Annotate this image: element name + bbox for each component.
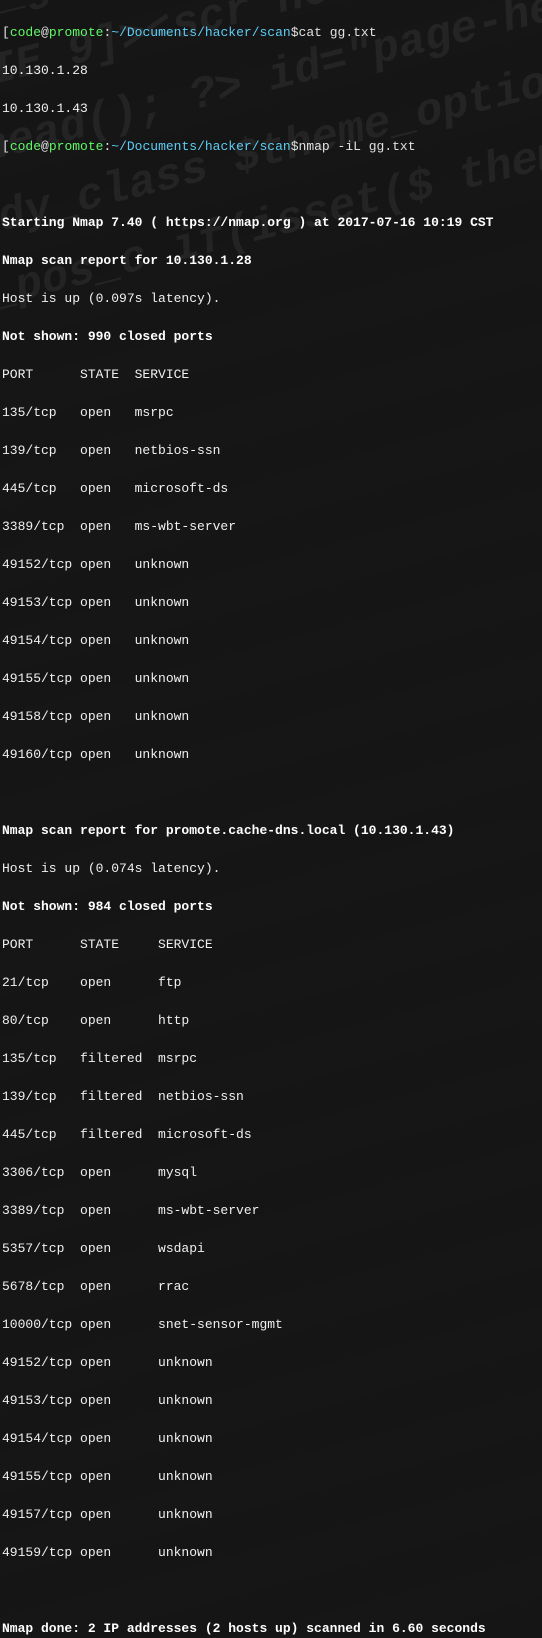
blank-line xyxy=(2,783,540,802)
table-row: 139/tcp open netbios-ssn xyxy=(2,441,540,460)
table-row: 139/tcp filtered netbios-ssn xyxy=(2,1087,540,1106)
prompt-at: @ xyxy=(41,139,49,154)
blank-line xyxy=(2,175,540,194)
table-row: 49154/tcp open unknown xyxy=(2,631,540,650)
nmap-start-line: Starting Nmap 7.40 ( https://nmap.org ) … xyxy=(2,213,540,232)
table-row: 49155/tcp open unknown xyxy=(2,669,540,688)
scan-report-header: Nmap scan report for promote.cache-dns.l… xyxy=(2,821,540,840)
closed-ports-line: Not shown: 990 closed ports xyxy=(2,327,540,346)
table-row: 49159/tcp open unknown xyxy=(2,1543,540,1562)
prompt-line-2[interactable]: [code@promote:~/Documents/hacker/scan$nm… xyxy=(2,137,540,156)
table-row: 49153/tcp open unknown xyxy=(2,1391,540,1410)
file-content-line: 10.130.1.43 xyxy=(2,99,540,118)
table-row: 49153/tcp open unknown xyxy=(2,593,540,612)
table-row: 49152/tcp open unknown xyxy=(2,1353,540,1372)
command-nmap: nmap -iL gg.txt xyxy=(299,139,416,154)
table-row: 21/tcp open ftp xyxy=(2,973,540,992)
prompt-dollar: $ xyxy=(291,25,299,40)
bracket-open: [ xyxy=(2,25,10,40)
prompt-path: ~/Documents/hacker/scan xyxy=(111,25,290,40)
prompt-dollar: $ xyxy=(291,139,299,154)
table-row: 3306/tcp open mysql xyxy=(2,1163,540,1182)
host-up-line: Host is up (0.097s latency). xyxy=(2,289,540,308)
prompt-path: ~/Documents/hacker/scan xyxy=(111,139,290,154)
prompt-user: code xyxy=(10,25,41,40)
table-row: 3389/tcp open ms-wbt-server xyxy=(2,1201,540,1220)
closed-ports-line: Not shown: 984 closed ports xyxy=(2,897,540,916)
table-row: 80/tcp open http xyxy=(2,1011,540,1030)
blank-line xyxy=(2,1581,540,1600)
table-row: 135/tcp open msrpc xyxy=(2,403,540,422)
table-row: 3389/tcp open ms-wbt-server xyxy=(2,517,540,536)
table-header: PORT STATE SERVICE xyxy=(2,935,540,954)
table-row: 135/tcp filtered msrpc xyxy=(2,1049,540,1068)
prompt-host: promote xyxy=(49,139,104,154)
table-row: 445/tcp open microsoft-ds xyxy=(2,479,540,498)
bracket-open: [ xyxy=(2,139,10,154)
table-row: 10000/tcp open snet-sensor-mgmt xyxy=(2,1315,540,1334)
table-row: 49155/tcp open unknown xyxy=(2,1467,540,1486)
prompt-host: promote xyxy=(49,25,104,40)
terminal-output: [code@promote:~/Documents/hacker/scan$ca… xyxy=(2,4,540,1638)
scan-report-header: Nmap scan report for 10.130.1.28 xyxy=(2,251,540,270)
table-header: PORT STATE SERVICE xyxy=(2,365,540,384)
table-row: 49160/tcp open unknown xyxy=(2,745,540,764)
prompt-at: @ xyxy=(41,25,49,40)
table-row: 49154/tcp open unknown xyxy=(2,1429,540,1448)
table-row: 49157/tcp open unknown xyxy=(2,1505,540,1524)
table-row: 445/tcp filtered microsoft-ds xyxy=(2,1125,540,1144)
command-cat: cat gg.txt xyxy=(299,25,377,40)
prompt-line-1[interactable]: [code@promote:~/Documents/hacker/scan$ca… xyxy=(2,23,540,42)
table-row: 5678/tcp open rrac xyxy=(2,1277,540,1296)
file-content-line: 10.130.1.28 xyxy=(2,61,540,80)
table-row: 49152/tcp open unknown xyxy=(2,555,540,574)
prompt-user: code xyxy=(10,139,41,154)
table-row: 5357/tcp open wsdapi xyxy=(2,1239,540,1258)
table-row: 49158/tcp open unknown xyxy=(2,707,540,726)
nmap-done-line: Nmap done: 2 IP addresses (2 hosts up) s… xyxy=(2,1619,540,1638)
host-up-line: Host is up (0.074s latency). xyxy=(2,859,540,878)
